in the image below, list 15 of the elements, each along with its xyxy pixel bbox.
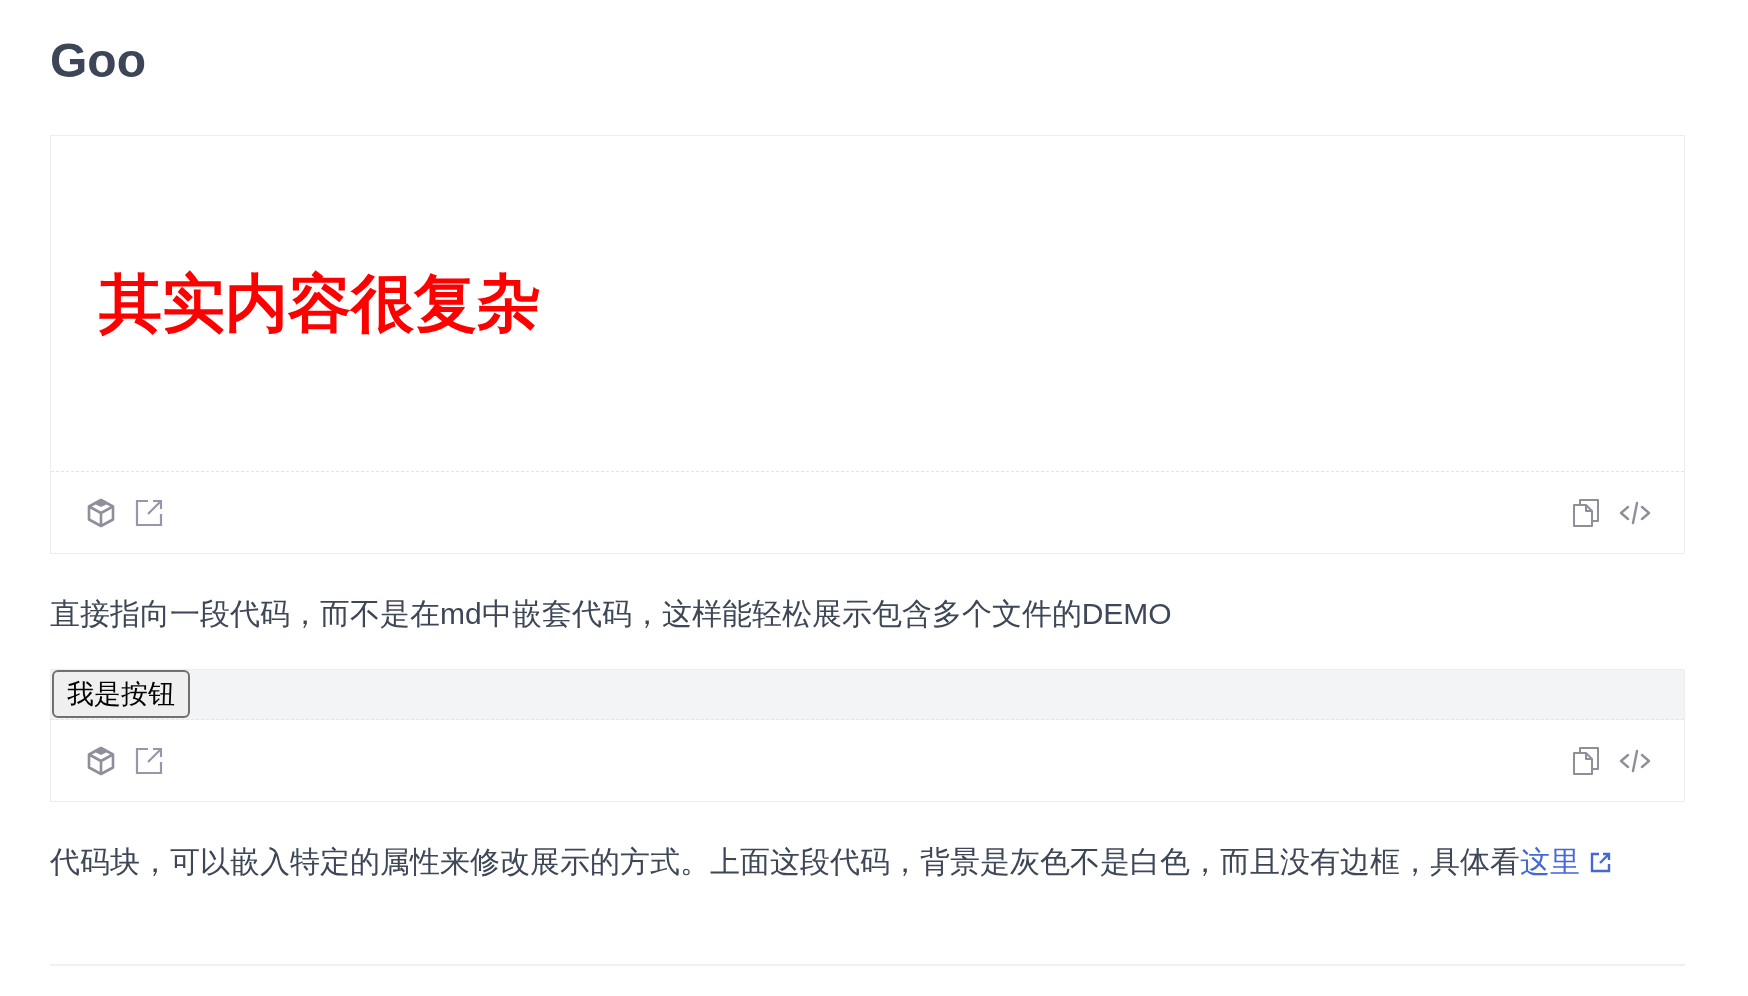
copy-icon[interactable] [1573, 498, 1599, 527]
external-link-icon[interactable] [135, 746, 164, 775]
link[interactable]: 这里 [1520, 845, 1612, 878]
copy-icon[interactable] [1573, 746, 1599, 775]
code-icon[interactable] [1619, 499, 1651, 526]
external-link-icon[interactable] [135, 498, 164, 527]
code-icon[interactable] [1619, 747, 1651, 774]
cube-icon[interactable] [87, 497, 115, 528]
paragraph: 直接指向一段代码，而不是在md中嵌套代码，这样能轻松展示包含多个文件的DEMO [50, 596, 1172, 632]
cube-icon[interactable] [87, 745, 115, 776]
page-title: Goo [50, 33, 146, 89]
external-link-icon [1590, 851, 1612, 873]
demo-button[interactable]: 我是按钮 [52, 670, 190, 718]
preview-heading: 其实内容很复杂 [99, 272, 540, 335]
paragraph: 代码块，可以嵌入特定的属性来修改展示的方式。上面这段代码，背景是灰色不是白色，而且没有边框，具体看这里 [50, 839, 1612, 884]
